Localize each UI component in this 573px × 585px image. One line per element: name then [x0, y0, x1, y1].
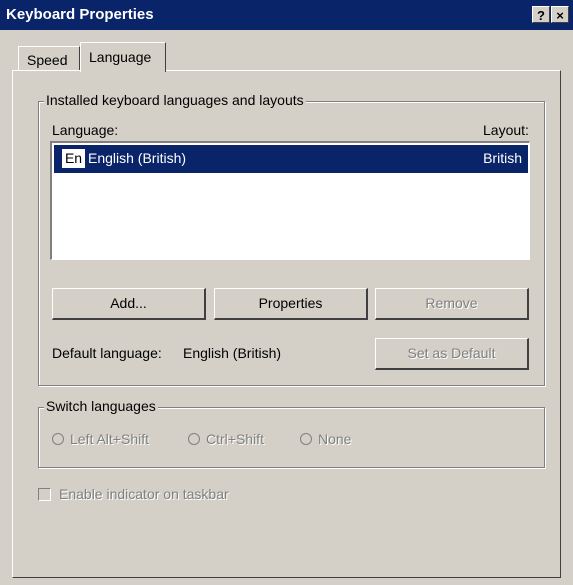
list-item[interactable]: En English (British) British: [54, 145, 528, 173]
radio-label: Left Alt+Shift: [70, 431, 149, 447]
radio-label: None: [318, 431, 352, 447]
add-button[interactable]: Add...: [52, 288, 206, 320]
installed-languages-list[interactable]: En English (British) British: [50, 141, 530, 260]
properties-button[interactable]: Properties: [214, 288, 368, 320]
radio-circle-icon: [188, 433, 200, 445]
radio-circle-icon: [52, 433, 64, 445]
switch-languages-group-title: Switch languages: [44, 398, 158, 414]
checkbox-icon: [38, 488, 51, 501]
set-as-default-button[interactable]: Set as Default: [375, 338, 529, 370]
enable-indicator-checkbox[interactable]: Enable indicator on taskbar: [38, 486, 229, 502]
close-button[interactable]: ×: [551, 6, 569, 23]
radio-circle-icon: [300, 433, 312, 445]
radio-ctrl-shift[interactable]: Ctrl+Shift: [188, 431, 264, 447]
tab-speed[interactable]: Speed: [18, 46, 80, 70]
tab-language[interactable]: Language: [80, 42, 166, 72]
radio-label: Ctrl+Shift: [206, 431, 264, 447]
enable-indicator-label: Enable indicator on taskbar: [59, 486, 229, 502]
radio-left-alt-shift[interactable]: Left Alt+Shift: [52, 431, 149, 447]
default-language-label: Default language:: [52, 345, 162, 361]
title-bar: Keyboard Properties ? ×: [0, 0, 573, 30]
list-item-language: English (British): [88, 150, 187, 166]
language-column-header: Language:: [52, 122, 119, 138]
layout-column-header: Layout:: [483, 122, 529, 138]
list-item-layout: British: [483, 150, 522, 166]
language-badge: En: [62, 149, 85, 168]
default-language-value: English (British): [183, 345, 282, 361]
window-title: Keyboard Properties: [6, 6, 154, 23]
remove-button[interactable]: Remove: [375, 288, 529, 320]
installed-languages-group-title: Installed keyboard languages and layouts: [44, 92, 306, 108]
help-button[interactable]: ?: [532, 6, 550, 23]
radio-none[interactable]: None: [300, 431, 351, 447]
